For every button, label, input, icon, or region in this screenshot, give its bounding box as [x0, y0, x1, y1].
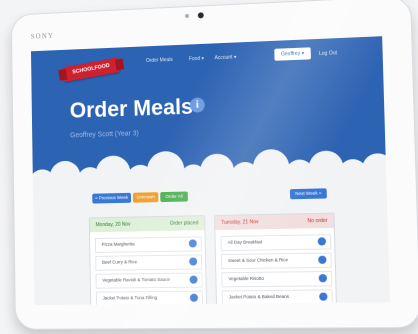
meal-option[interactable]: Jacket Potato & Tuna Filling [95, 290, 204, 306]
meal-name: Vegetable Risotto [228, 275, 265, 282]
unknown-button[interactable]: Unknown [132, 192, 159, 203]
day-card-monday: Monday, 20 Nov Order placed Pizza Marghe… [88, 215, 208, 306]
select-meal-icon[interactable] [188, 239, 197, 248]
top-navbar: SCHOOLFOOD Order Meals Food ▾ Account ▾ … [31, 36, 383, 82]
page-title: Order Meals [69, 93, 194, 123]
select-meal-icon[interactable] [318, 255, 327, 264]
nav-food-menu[interactable]: Food ▾ [189, 56, 204, 63]
select-meal-icon[interactable] [319, 292, 328, 301]
nav-account-menu[interactable]: Account ▾ [215, 54, 237, 61]
select-meal-icon[interactable] [318, 274, 328, 283]
meal-option[interactable]: Vegetable Ravioli & Tomato Sauce [95, 272, 203, 289]
student-name: Geoffrey Scott (Year 3) [70, 130, 139, 140]
order-status: Order placed [169, 220, 199, 227]
app-screen: SCHOOLFOOD Order Meals Food ▾ Account ▾ … [30, 36, 390, 306]
app-logo[interactable]: SCHOOLFOOD [62, 57, 120, 82]
meal-name: Vegetable Ravioli & Tomato Sauce [102, 276, 170, 283]
meal-option[interactable]: Vegetable Risotto [221, 270, 333, 288]
meal-option[interactable]: All Day Breakfast [220, 234, 332, 252]
meal-option[interactable]: Jacket Potato & Baked Beans [221, 289, 333, 306]
day-header: Monday, 20 Nov Order placed [89, 216, 205, 233]
previous-week-button[interactable]: « Previous Week [92, 192, 132, 204]
order-all-button[interactable]: Order All [160, 191, 188, 203]
device-brand: SONY [30, 31, 55, 41]
meal-name: Jacket Potato & Baked Beans [228, 293, 290, 300]
meal-name: Pizza Margherita [101, 241, 135, 247]
next-week-button[interactable]: Next Week » [289, 188, 327, 200]
camera-icon [197, 12, 204, 19]
select-meal-icon[interactable] [317, 237, 327, 246]
order-status: No order [307, 217, 328, 225]
select-meal-icon[interactable] [189, 293, 198, 302]
meal-option[interactable]: Beef Curry & Rice [95, 254, 203, 271]
sensor-icon [185, 13, 190, 19]
info-icon[interactable]: i [189, 97, 205, 113]
meal-name: Sweet & Sour Chicken & Rice [227, 257, 289, 264]
meal-option[interactable]: Pizza Margherita [94, 236, 202, 253]
tablet-device: SONY SCHOOLFOOD Order Meals Food ▾ Accou… [10, 0, 418, 330]
day-card-tuesday: Tuesday, 21 Nov No order All Day Breakfa… [214, 212, 338, 306]
nav-order-meals[interactable]: Order Meals [146, 57, 173, 64]
select-meal-icon[interactable] [189, 275, 198, 284]
user-menu-button[interactable]: Geoffrey ▾ [274, 47, 311, 61]
day-header: Tuesday, 21 Nov No order [215, 213, 334, 231]
meal-option[interactable]: Sweet & Sour Chicken & Rice [220, 252, 332, 270]
select-meal-icon[interactable] [189, 257, 198, 266]
logout-link[interactable]: Log Out [319, 50, 337, 57]
day-title: Tuesday, 21 Nov [221, 219, 259, 226]
meal-name: Beef Curry & Rice [102, 259, 138, 265]
meal-name: All Day Breakfast [227, 239, 263, 245]
meal-name: Jacket Potato & Tuna Filling [102, 295, 158, 301]
day-title: Monday, 20 Nov [95, 221, 131, 229]
cloud-divider [32, 148, 387, 196]
